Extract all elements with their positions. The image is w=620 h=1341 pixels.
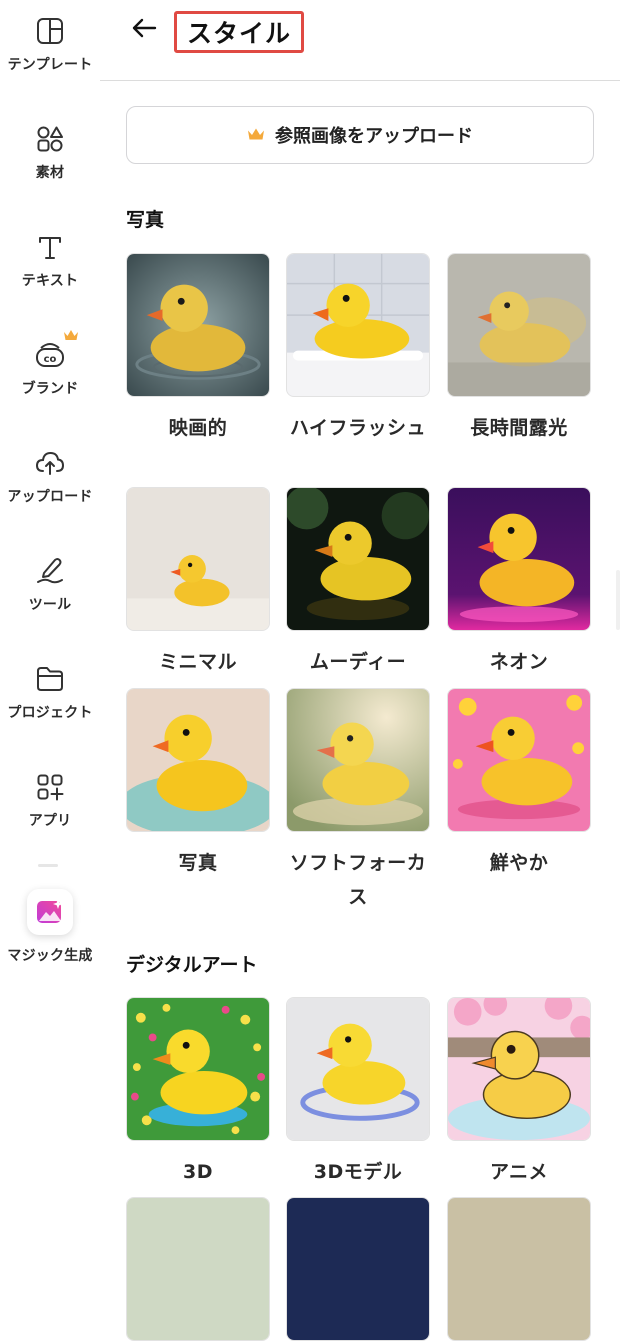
sidebar-item-tools[interactable]: ツール — [0, 556, 100, 614]
style-card-partial[interactable] — [126, 1197, 270, 1341]
style-label: 鮮やか — [489, 852, 549, 874]
style-card-high-flash[interactable]: ハイフラッシュ — [286, 253, 430, 445]
style-thumbnail — [286, 1197, 430, 1341]
sidebar-item-elements[interactable]: 素材 — [0, 124, 100, 182]
style-card-anime[interactable]: アニメ — [447, 997, 591, 1189]
style-thumbnail — [286, 688, 430, 832]
style-thumbnail — [286, 997, 430, 1141]
style-card-cinematic[interactable]: 映画的 — [126, 253, 270, 445]
sidebar-item-label: マジック生成 — [7, 948, 93, 964]
style-card-partial[interactable] — [286, 1197, 430, 1341]
back-button[interactable] — [128, 14, 160, 46]
sidebar-item-magic-media[interactable]: マジック生成 — [0, 889, 100, 965]
sidebar-item-label: アップロード — [7, 489, 93, 505]
sidebar-item-brand[interactable]: co ブランド — [0, 330, 100, 398]
arrow-left-icon — [131, 17, 157, 43]
draw-tool-icon — [35, 556, 65, 586]
sidebar-item-label: 素材 — [35, 165, 65, 181]
style-card-moody[interactable]: ムーディー — [286, 487, 430, 679]
apps-icon — [35, 772, 65, 802]
style-thumbnail — [447, 253, 591, 397]
sidebar-item-uploads[interactable]: アップロード — [0, 448, 100, 506]
folder-icon — [35, 664, 65, 694]
style-card-3d[interactable]: 3D — [126, 997, 270, 1189]
sidebar-item-projects[interactable]: プロジェクト — [0, 664, 100, 722]
sidebar-divider — [38, 864, 58, 867]
style-label: 3D — [183, 1161, 213, 1183]
template-icon — [35, 16, 65, 46]
style-thumbnail — [126, 1197, 270, 1341]
sidebar-item-label: ツール — [28, 597, 72, 613]
sidebar: テンプレート 素材 テキスト co ブランド アップロード ツール プロジェクト… — [0, 0, 100, 1213]
section-title-photo: 写真 — [126, 209, 165, 231]
style-thumbnail — [447, 487, 591, 631]
style-card-photo[interactable]: 写真 — [126, 688, 270, 880]
sidebar-item-templates[interactable]: テンプレート — [0, 16, 100, 74]
upload-reference-image-button[interactable]: 参照画像をアップロード — [126, 106, 594, 164]
sidebar-item-label: アプリ — [28, 813, 72, 829]
text-icon — [35, 232, 65, 262]
sidebar-item-label: ブランド — [21, 381, 79, 397]
style-label: ムーディー — [309, 651, 407, 673]
style-label: ミニマル — [158, 651, 237, 673]
style-card-long-exposure[interactable]: 長時間露光 — [447, 253, 591, 445]
upload-button-label: 参照画像をアップロード — [275, 126, 473, 147]
style-card-minimal[interactable]: ミニマル — [126, 487, 270, 679]
page-title-highlight: スタイル — [174, 11, 304, 53]
crown-icon — [63, 326, 79, 345]
style-thumbnail — [447, 1197, 591, 1341]
panel-header: スタイル — [100, 0, 620, 81]
style-card-soft-focus[interactable]: ソフトフォーカス — [286, 688, 430, 914]
style-label: ハイフラッシュ — [289, 417, 427, 439]
style-thumbnail — [447, 997, 591, 1141]
style-thumbnail — [126, 688, 270, 832]
panel-collapse-handle[interactable] — [616, 570, 620, 630]
upload-cloud-icon — [35, 448, 65, 478]
style-card-neon[interactable]: ネオン — [447, 487, 591, 679]
sidebar-item-label: プロジェクト — [7, 705, 93, 721]
magic-media-icon — [27, 889, 73, 935]
crown-icon — [247, 126, 265, 145]
section-title-digital-art: デジタルアート — [126, 954, 258, 976]
style-label: 映画的 — [168, 417, 228, 439]
style-label: 写真 — [178, 852, 218, 874]
style-label: ソフトフォーカス — [289, 852, 427, 908]
style-thumbnail — [286, 487, 430, 631]
style-thumbnail — [126, 487, 270, 631]
style-card-vivid[interactable]: 鮮やか — [447, 688, 591, 880]
page-title: スタイル — [186, 19, 291, 48]
style-thumbnail — [126, 997, 270, 1141]
elements-icon — [35, 124, 65, 154]
style-thumbnail — [126, 253, 270, 397]
sidebar-item-label: テンプレート — [7, 57, 93, 73]
style-label: 長時間露光 — [470, 417, 568, 439]
style-card-3d-model[interactable]: 3Dモデル — [286, 997, 430, 1189]
brand-icon: co — [35, 330, 78, 370]
svg-text:co: co — [44, 354, 57, 365]
style-thumbnail — [286, 253, 430, 397]
sidebar-item-label: テキスト — [21, 273, 79, 289]
sidebar-item-apps[interactable]: アプリ — [0, 772, 100, 830]
sidebar-item-text[interactable]: テキスト — [0, 232, 100, 290]
style-label: 3Dモデル — [313, 1161, 403, 1183]
style-label: ネオン — [489, 651, 549, 673]
style-label: アニメ — [489, 1161, 549, 1183]
style-card-partial[interactable] — [447, 1197, 591, 1341]
style-thumbnail — [447, 688, 591, 832]
